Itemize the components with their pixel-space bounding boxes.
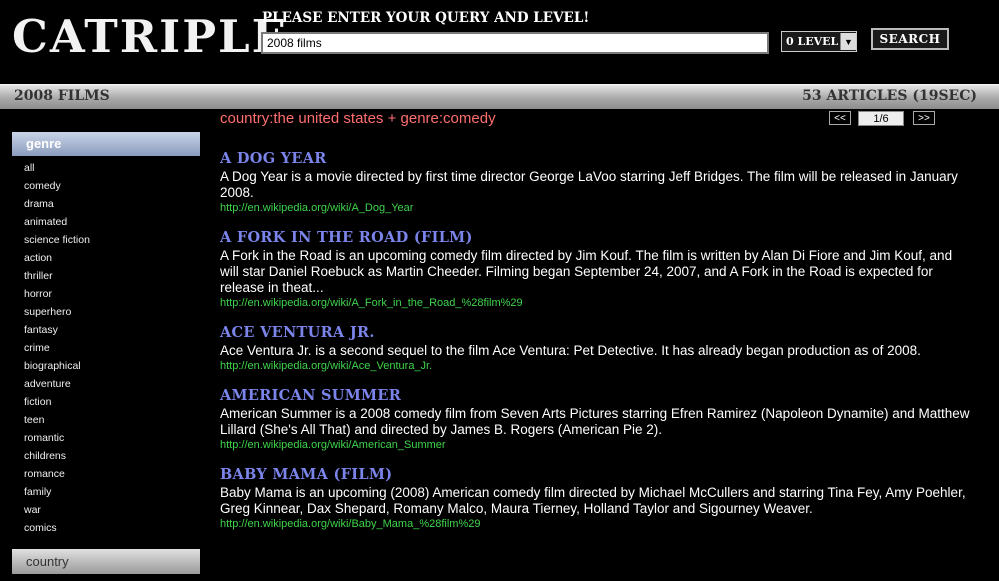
pager-next-button[interactable]: >> [913, 111, 935, 125]
sidebar-item-genre[interactable]: comics [12, 519, 200, 537]
result-description: American Summer is a 2008 comedy film fr… [220, 406, 970, 437]
sidebar-item-genre[interactable]: fiction [12, 393, 200, 411]
sidebar-item-genre[interactable]: thriller [12, 267, 200, 285]
sidebar-item-genre[interactable]: horror [12, 285, 200, 303]
sidebar-item-genre[interactable]: biographical [12, 357, 200, 375]
result-title-link[interactable]: BABY MAMA (FILM) [220, 466, 970, 483]
result-description: A Dog Year is a movie directed by first … [220, 169, 958, 200]
result-title-link[interactable]: A FORK IN THE ROAD (FILM) [220, 229, 970, 246]
result-title-link[interactable]: AMERICAN SUMMER [220, 387, 970, 404]
sidebar-header-genre[interactable]: genre [12, 132, 200, 156]
sidebar-genre-list: all comedy drama animated science fiction act… [12, 156, 200, 537]
pager-page-indicator: 1/6 [858, 111, 904, 126]
sidebar-item-genre[interactable]: war [12, 501, 200, 519]
results-list: A DOG YEAR A Dog Year is a movie directed… [220, 150, 970, 545]
search-button[interactable]: SEARCH [871, 28, 949, 50]
result-item: A DOG YEAR A Dog Year is a movie directed… [220, 150, 970, 216]
sidebar-item-genre[interactable]: science fiction [12, 231, 200, 249]
sidebar-header-country[interactable]: country [12, 549, 200, 574]
sidebar-item-genre[interactable]: romance [12, 465, 200, 483]
result-title-link[interactable]: ACE VENTURA JR. [220, 324, 970, 341]
result-url-link[interactable]: http://en.wikipedia.org/wiki/A_Dog_Year [220, 201, 970, 216]
active-facet: country:the united states + genre:comedy [220, 110, 496, 127]
result-title-link[interactable]: A DOG YEAR [220, 150, 970, 167]
result-description: A Fork in the Road is an upcoming comedy… [220, 248, 953, 295]
sidebar-item-genre[interactable]: crime [12, 339, 200, 357]
query-title: 2008 FILMS [14, 88, 110, 104]
result-item: BABY MAMA (FILM) Baby Mama is an upcoming… [220, 466, 970, 532]
result-item: A FORK IN THE ROAD (FILM) A Fork in the R… [220, 229, 970, 311]
result-url-link[interactable]: http://en.wikipedia.org/wiki/Baby_Mama_%… [220, 517, 970, 532]
level-select-value: 0 LEVEL [786, 35, 839, 48]
sidebar-item-genre[interactable]: teen [12, 411, 200, 429]
logo[interactable]: CATRIPLE [12, 8, 288, 66]
sidebar-item-genre[interactable]: fantasy [12, 321, 200, 339]
sidebar-item-genre[interactable]: family [12, 483, 200, 501]
sidebar-item-genre[interactable]: romantic [12, 429, 200, 447]
query-prompt: PLEASE ENTER YOUR QUERY AND LEVEL! [262, 10, 590, 26]
results-header-bar: 2008 FILMS 53 ARTICLES (19SEC) [0, 84, 999, 109]
sidebar-item-genre[interactable]: childrens [12, 447, 200, 465]
sidebar-item-genre[interactable]: action [12, 249, 200, 267]
result-description: Ace Ventura Jr. is a second sequel to th… [220, 343, 921, 358]
result-description: Baby Mama is an upcoming (2008) American… [220, 485, 966, 516]
sidebar-item-genre[interactable]: all [12, 159, 200, 177]
level-select[interactable]: 0 LEVEL ▼ [781, 31, 857, 52]
sidebar-item-genre[interactable]: comedy [12, 177, 200, 195]
result-url-link[interactable]: http://en.wikipedia.org/wiki/American_Su… [220, 438, 970, 453]
chevron-down-icon[interactable]: ▼ [840, 33, 856, 50]
search-input[interactable] [261, 32, 769, 54]
result-item: AMERICAN SUMMER American Summer is a 2008… [220, 387, 970, 453]
pager-prev-button[interactable]: << [829, 111, 851, 125]
sidebar: genre all comedy drama animated science fict… [12, 132, 200, 537]
result-url-link[interactable]: http://en.wikipedia.org/wiki/A_Fork_in_t… [220, 296, 970, 311]
result-item: ACE VENTURA JR. Ace Ventura Jr. is a seco… [220, 324, 970, 374]
article-count: 53 ARTICLES (19SEC) [802, 88, 977, 104]
result-url-link[interactable]: http://en.wikipedia.org/wiki/Ace_Ventura… [220, 359, 970, 374]
sidebar-item-genre[interactable]: drama [12, 195, 200, 213]
sidebar-item-genre[interactable]: animated [12, 213, 200, 231]
sidebar-item-genre[interactable]: adventure [12, 375, 200, 393]
sidebar-item-genre[interactable]: superhero [12, 303, 200, 321]
